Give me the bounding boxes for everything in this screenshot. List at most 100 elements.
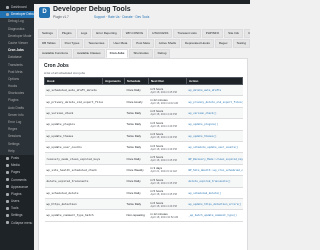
sidebar-item-label: Server Info bbox=[8, 112, 24, 117]
cron-hook: wp_https_detection bbox=[44, 198, 103, 211]
tab[interactable]: Available Classes bbox=[72, 49, 105, 58]
menu-icon bbox=[6, 185, 9, 189]
sidebar-item[interactable]: Cron Jobs bbox=[0, 47, 34, 55]
sidebar-item[interactable]: Regex bbox=[0, 126, 34, 134]
cron-action: wp_privacy_delete_old_export_files() bbox=[186, 95, 243, 108]
sidebar-item[interactable]: Diagnostics bbox=[0, 25, 34, 33]
sidebar-item-label: Auto Drafts bbox=[8, 105, 24, 110]
sidebar-item[interactable]: Database bbox=[0, 54, 34, 62]
sidebar-item[interactable]: Tools bbox=[0, 205, 34, 212]
sidebar-item[interactable]: Plugins bbox=[0, 191, 34, 198]
cron-schedule-text: Once Hourly bbox=[126, 99, 143, 104]
sidebar-item-label: Media bbox=[11, 163, 20, 168]
cron-hook-text: wp_update_comment_type_batch bbox=[46, 214, 94, 218]
column-header-hook: Hook bbox=[44, 77, 103, 85]
sidebar-item[interactable]: Shortcodes bbox=[0, 90, 34, 98]
tab[interactable]: Deprecated Hooks bbox=[180, 39, 214, 48]
sidebar-item[interactable]: Developer Debug Tools bbox=[0, 11, 34, 19]
cron-hook: recovery_mode_clean_expired_keys bbox=[44, 152, 103, 165]
cron-action-text: wp_update_themes() bbox=[188, 134, 217, 138]
cron-next-run: in 12 minutes April 18, 2024 10:52 AM bbox=[148, 209, 187, 222]
tab[interactable]: Settings bbox=[38, 29, 57, 38]
sidebar-item[interactable]: Sessions bbox=[0, 133, 34, 141]
next-run-date: April 18, 2024 4:49 PM bbox=[150, 124, 177, 128]
sidebar-item[interactable]: Server Info bbox=[0, 111, 34, 119]
sidebar-item[interactable]: Options bbox=[0, 75, 34, 84]
sidebar-item[interactable]: Comments bbox=[0, 177, 34, 184]
cron-table: Hook Arguments Schedule Next Run Action … bbox=[44, 77, 243, 222]
cron-hook: wp_update_themes bbox=[44, 130, 103, 142]
cron-hook-text: wp_update_user_counts bbox=[46, 146, 82, 150]
tab[interactable]: WP-CONFIG bbox=[121, 29, 148, 38]
tab[interactable]: Debug bbox=[153, 49, 171, 58]
tab[interactable]: Transient Lists bbox=[173, 29, 201, 38]
cron-schedule: Twice Daily bbox=[124, 130, 149, 142]
tab[interactable]: Cron Jobs bbox=[105, 49, 129, 58]
next-run-date: April 18, 2024 3:45 PM bbox=[150, 193, 177, 197]
sidebar-item[interactable]: Settings bbox=[0, 140, 34, 148]
sidebar-item[interactable]: Settings bbox=[0, 212, 34, 219]
tab[interactable]: Regex bbox=[214, 39, 232, 48]
sidebar-item[interactable]: Transients bbox=[0, 61, 34, 69]
tab[interactable]: Plugins bbox=[57, 29, 76, 38]
cron-next-run: in 5 hours April 18, 2024 3:45 PM bbox=[148, 187, 187, 199]
menu-icon bbox=[6, 163, 9, 167]
sidebar-item[interactable]: Posts bbox=[0, 155, 34, 162]
cron-arguments bbox=[102, 198, 125, 211]
tab[interactable]: Error Reporting bbox=[92, 29, 121, 38]
sidebar-item[interactable]: Collapse menu bbox=[0, 220, 34, 227]
cron-schedule-text: Twice Daily bbox=[126, 122, 142, 127]
tab[interactable]: DB Tables bbox=[38, 39, 60, 48]
menu-icon bbox=[6, 170, 9, 174]
sidebar-item-label: Plugins bbox=[8, 98, 19, 103]
column-header-arguments: Arguments bbox=[102, 77, 125, 85]
sidebar-item[interactable]: Debug Log bbox=[0, 18, 34, 26]
sidebar-item-label: Sessions bbox=[8, 134, 21, 139]
sidebar-item-label: Regex bbox=[8, 127, 18, 132]
cron-action-text: delete_expired_transients() bbox=[188, 180, 231, 184]
sidebar-item[interactable]: Pages bbox=[0, 169, 34, 176]
cron-schedule-text: Once Daily bbox=[126, 190, 141, 195]
sidebar-item[interactable]: Hooks bbox=[0, 83, 34, 91]
header-links[interactable]: Support · Rate Us · Donate · Dev Tools bbox=[94, 15, 149, 19]
tab[interactable]: PHPINFO bbox=[201, 29, 224, 38]
sidebar-item[interactable]: Auto Drafts bbox=[0, 104, 34, 112]
sidebar-item[interactable]: Developer Mode bbox=[0, 32, 34, 40]
sidebar-item[interactable]: Help bbox=[0, 147, 34, 155]
sidebar-item[interactable]: Users bbox=[0, 198, 34, 205]
sidebar-item[interactable]: Cache Viewer bbox=[0, 39, 34, 48]
sidebar-item[interactable]: Media bbox=[0, 162, 34, 169]
tab[interactable]: Cookies bbox=[244, 29, 250, 38]
column-header-next-run: Next Run bbox=[148, 77, 187, 85]
table-row: wp_update_comment_type_batch Non-repeatin… bbox=[44, 209, 243, 222]
tab[interactable]: Available Functions bbox=[38, 49, 72, 58]
cron-action-text: wp_delete_auto_drafts bbox=[188, 89, 222, 93]
tab[interactable]: Taxonomies bbox=[84, 39, 109, 48]
sidebar-item-label: Settings bbox=[11, 213, 23, 218]
cron-hook: wp_site_health_scheduled_check bbox=[44, 164, 103, 177]
sidebar-item[interactable]: Dashboard bbox=[0, 4, 34, 11]
cron-action-text: wp_version_check() bbox=[188, 111, 217, 115]
cron-arguments bbox=[102, 118, 125, 131]
sidebar-item-label: Cron Jobs bbox=[8, 48, 24, 53]
tab[interactable]: Post Types bbox=[60, 39, 84, 48]
tab[interactable]: HTACCESS bbox=[148, 29, 173, 38]
cron-jobs-panel: Cron Jobs A list of all scheduled cron j… bbox=[38, 58, 248, 250]
tab[interactable]: Active Shells bbox=[154, 39, 180, 48]
cron-schedule-text: Once Daily bbox=[126, 88, 141, 93]
menu-icon bbox=[6, 214, 9, 218]
sidebar-item[interactable]: Post Meta bbox=[0, 68, 34, 76]
sidebar-item-label: Users bbox=[11, 199, 20, 204]
sidebar-item[interactable]: Appearance bbox=[0, 184, 34, 191]
tab[interactable]: Shortcodes bbox=[129, 49, 153, 58]
sidebar-item[interactable]: Error Log bbox=[0, 119, 34, 127]
tab[interactable]: Post Meta bbox=[132, 39, 154, 48]
cron-next-run: in 6 hours April 18, 2024 4:49 PM bbox=[148, 141, 187, 154]
cron-hook: wp_update_user_counts bbox=[44, 141, 103, 154]
tab[interactable]: User Meta bbox=[109, 39, 132, 48]
admin-sidebar: Dashboard Developer Debug Tools Debug Log D… bbox=[0, 4, 34, 250]
tab[interactable]: Site Info bbox=[224, 29, 244, 38]
sidebar-item[interactable]: Plugins bbox=[0, 97, 34, 105]
tab[interactable]: Testing bbox=[232, 39, 250, 48]
tab[interactable]: Logs bbox=[76, 29, 92, 38]
